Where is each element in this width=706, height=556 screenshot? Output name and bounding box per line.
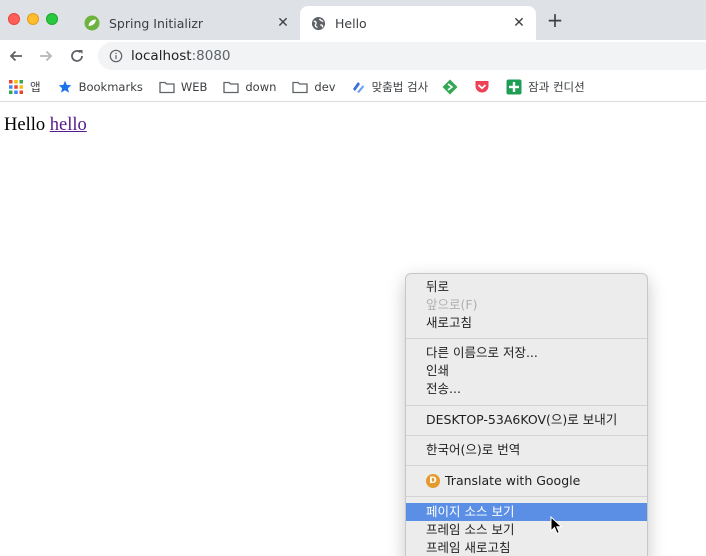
bookmark-label: Bookmarks xyxy=(78,79,143,94)
tab-title: Spring Initializr xyxy=(109,15,204,31)
address-bar[interactable]: localhost:8080 xyxy=(98,42,706,70)
reload-button[interactable] xyxy=(65,44,89,68)
tab-hello[interactable]: Hello ✕ xyxy=(300,6,536,40)
bookmark-folder-down[interactable]: down xyxy=(223,75,276,99)
translate-extension-icon: D xyxy=(426,473,440,488)
window-maximize-button[interactable] xyxy=(46,13,58,25)
bookmark-label: dev xyxy=(314,79,336,94)
menu-item-cast[interactable]: 전송... xyxy=(406,380,647,398)
menu-item-back[interactable]: 뒤로 xyxy=(406,278,647,296)
window-minimize-button[interactable] xyxy=(27,13,39,25)
menu-item-save-as[interactable]: 다른 이름으로 저장... xyxy=(406,344,647,362)
apps-grid-icon xyxy=(8,79,24,95)
bookmarks-bar: 앱 Bookmarks WEB down dev 맞춤법 검사 잠과 컨디션 xyxy=(0,72,706,102)
bookmark-spellcheck[interactable]: 맞춤법 검사 xyxy=(350,75,429,99)
menu-divider xyxy=(406,338,647,339)
spellcheck-icon xyxy=(350,79,366,95)
arrow-right-icon xyxy=(40,50,53,62)
globe-icon xyxy=(310,15,326,31)
bookmark-label: 잠과 컨디션 xyxy=(528,79,585,94)
menu-item-print[interactable]: 인쇄 xyxy=(406,362,647,380)
green-diamond-icon xyxy=(442,79,458,95)
menu-item-frame-reload[interactable]: 프레임 새로고침 xyxy=(406,539,647,556)
toolbar: localhost:8080 xyxy=(0,40,706,72)
folder-icon xyxy=(159,79,175,95)
tab-spring-initializr[interactable]: Spring Initializr ✕ xyxy=(74,6,300,40)
menu-item-send-to-device[interactable]: DESKTOP-53A6KOV(으)로 보내기 xyxy=(406,411,647,429)
bookmark-folder-dev[interactable]: dev xyxy=(292,75,336,99)
bookmark-label: down xyxy=(245,79,277,94)
hello-text: Hello hello xyxy=(4,115,87,136)
reload-icon xyxy=(71,50,83,62)
pocket-icon xyxy=(474,79,490,95)
bookmark-pocket[interactable] xyxy=(474,75,496,99)
url-text: localhost:8080 xyxy=(131,48,231,64)
star-icon xyxy=(57,79,73,95)
menu-item-frame-source[interactable]: 프레임 소스 보기 xyxy=(406,521,647,539)
menu-divider xyxy=(406,435,647,436)
folder-icon xyxy=(292,79,309,95)
bookmark-label: 맞춤법 검사 xyxy=(371,79,429,94)
spring-leaf-icon xyxy=(84,15,100,31)
greeting-text: Hello xyxy=(4,115,46,135)
url-host: localhost xyxy=(131,48,192,64)
context-menu: 뒤로 앞으로(F) 새로고침 다른 이름으로 저장... 인쇄 전송... DE… xyxy=(405,273,648,556)
close-icon[interactable]: ✕ xyxy=(274,14,292,32)
menu-divider xyxy=(406,405,647,406)
folder-icon xyxy=(223,79,240,95)
close-icon[interactable]: ✕ xyxy=(510,14,528,32)
tab-strip: Spring Initializr ✕ Hello ✕ + xyxy=(0,0,706,40)
arrow-left-icon xyxy=(9,50,22,62)
forward-button[interactable] xyxy=(34,44,58,68)
hello-link[interactable]: hello xyxy=(50,115,87,135)
menu-item-forward: 앞으로(F) xyxy=(426,297,478,312)
menu-item-translate-google[interactable]: D Translate with Google xyxy=(406,472,647,490)
bookmark-sleep-condition[interactable]: 잠과 컨디션 xyxy=(506,75,585,99)
tab-title: Hello xyxy=(335,15,367,31)
window-close-button[interactable] xyxy=(8,13,20,25)
menu-item-translate-korean[interactable]: 한국어(으)로 번역 xyxy=(406,441,647,459)
new-tab-button[interactable]: + xyxy=(545,10,565,30)
menu-item-reload[interactable]: 새로고침 xyxy=(406,314,647,332)
menu-item-label: Translate with Google xyxy=(445,473,581,488)
bookmark-green-diamond[interactable] xyxy=(442,75,464,99)
menu-item-view-source[interactable]: 페이지 소스 보기 xyxy=(406,503,647,521)
menu-divider xyxy=(406,465,647,466)
url-port: :8080 xyxy=(191,48,231,64)
bookmark-label: WEB xyxy=(180,79,208,94)
bookmark-bookmarks[interactable]: Bookmarks xyxy=(57,75,143,99)
green-plus-icon xyxy=(506,79,522,95)
mouse-cursor-icon xyxy=(550,516,563,535)
bookmark-label: 앱 xyxy=(30,79,41,94)
back-button[interactable] xyxy=(4,44,28,68)
info-icon[interactable] xyxy=(109,49,123,63)
menu-divider xyxy=(406,496,647,497)
bookmark-folder-web[interactable]: WEB xyxy=(159,75,208,99)
bookmark-apps[interactable]: 앱 xyxy=(8,75,41,99)
